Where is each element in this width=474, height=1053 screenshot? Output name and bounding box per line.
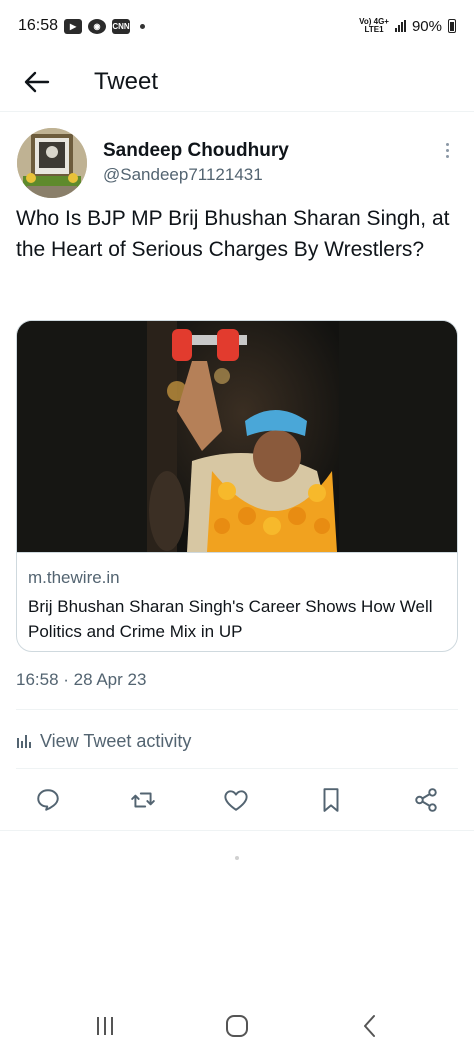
share-button[interactable]: [410, 784, 442, 816]
author-name[interactable]: Sandeep Choudhury: [103, 140, 289, 162]
more-dot-icon: [445, 148, 449, 152]
status-left: 16:58 ▶ ◉ CNN: [18, 17, 146, 35]
divider: [0, 830, 474, 831]
view-activity-link[interactable]: View Tweet activity: [16, 722, 191, 760]
more-dot-icon: [445, 142, 449, 146]
link-card[interactable]: m.thewire.in Brij Bhushan Sharan Singh's…: [16, 320, 458, 652]
top-app-bar: Tweet: [0, 52, 474, 112]
retweet-icon: [131, 792, 155, 808]
loading-dot-icon: [235, 856, 239, 860]
divider: [16, 709, 458, 710]
tweet-actions: [0, 776, 474, 826]
status-right: Vo) 4G+ LTE1 90%: [359, 18, 456, 35]
tweet-timestamp: 16:58 · 28 Apr 23: [16, 670, 147, 689]
battery-percent: 90%: [411, 17, 442, 35]
card-title: Brij Bhushan Sharan Singh's Career Shows…: [28, 597, 433, 641]
status-time: 16:58: [18, 17, 59, 34]
bookmark-button[interactable]: [315, 784, 347, 816]
signal-icon: [394, 20, 406, 32]
network-bottom-label: LTE1: [364, 25, 384, 34]
recent-apps-icon: [97, 1017, 113, 1035]
system-nav-bar: [0, 1003, 474, 1053]
analytics-icon: [17, 735, 31, 748]
divider: [16, 768, 458, 769]
chevron-left-icon: [364, 1015, 375, 1037]
home-button[interactable]: [217, 1011, 257, 1041]
bookmark-icon: [323, 788, 339, 812]
avatar-image: [17, 128, 87, 198]
share-icon: [415, 788, 437, 812]
notification-dot-icon: [140, 23, 146, 29]
retweet-button[interactable]: [127, 784, 159, 816]
view-activity-label: View Tweet activity: [40, 730, 192, 751]
cnn-icon: CNN: [112, 18, 131, 34]
card-photo: [17, 321, 457, 552]
reply-button[interactable]: [32, 784, 64, 816]
arrow-left-icon: [24, 71, 50, 92]
battery-icon: [448, 19, 456, 33]
network-indicator: Vo) 4G+ LTE1: [359, 18, 389, 34]
card-domain: m.thewire.in: [28, 568, 120, 587]
home-icon: [226, 1015, 248, 1037]
like-button[interactable]: [220, 784, 252, 816]
tweet-author: Sandeep Choudhury @Sandeep71121431: [17, 128, 457, 200]
page-title: Tweet: [94, 67, 159, 95]
back-button[interactable]: [17, 62, 57, 102]
youtube-icon: ▶: [64, 18, 83, 34]
card-image: [17, 321, 457, 552]
more-options-button[interactable]: [437, 138, 457, 162]
like-icon: [224, 790, 248, 811]
card-meta: m.thewire.in Brij Bhushan Sharan Singh's…: [17, 552, 457, 651]
reply-icon: [37, 789, 59, 811]
avatar[interactable]: [17, 128, 87, 198]
chrome-icon: ◉: [88, 18, 107, 34]
author-handle[interactable]: @Sandeep71121431: [103, 165, 263, 185]
system-back-button[interactable]: [350, 1011, 390, 1041]
status-bar: 16:58 ▶ ◉ CNN Vo) 4G+ LTE1 90%: [0, 0, 474, 52]
tweet-text: Who Is BJP MP Brij Bhushan Sharan Singh,…: [16, 207, 450, 261]
recent-apps-button[interactable]: [85, 1011, 125, 1041]
more-dot-icon: [445, 154, 449, 158]
